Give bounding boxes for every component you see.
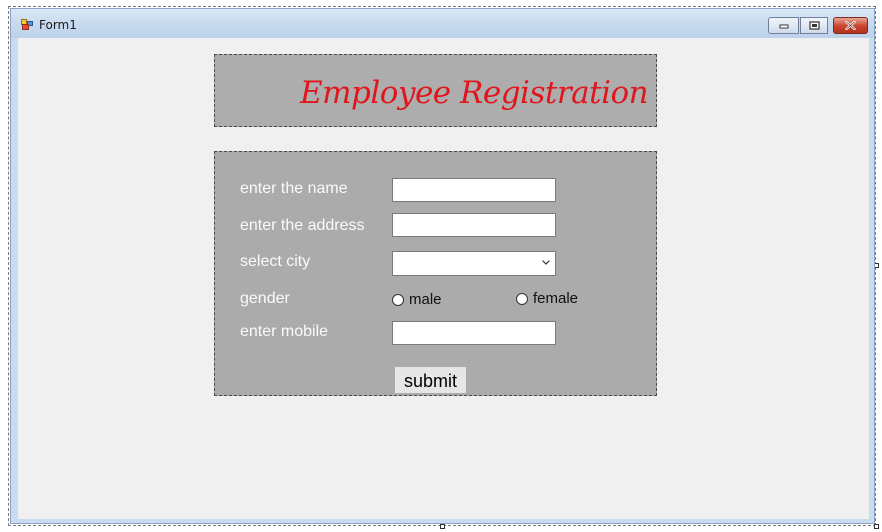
resize-handle-corner[interactable] (874, 524, 879, 529)
window-title: Form1 (39, 18, 77, 32)
registration-panel: enter the name enter the address select … (214, 151, 657, 396)
header-panel: Employee Registration (214, 54, 657, 127)
radio-male-circle[interactable] (392, 293, 404, 306)
radio-male-label: male (409, 291, 442, 308)
gender-radio-female[interactable]: female (516, 290, 578, 307)
page-title: Employee Registration (300, 75, 649, 111)
submit-button[interactable]: submit (395, 367, 466, 393)
name-label: enter the name (240, 180, 348, 197)
form-client-area: Employee Registration enter the name ent… (18, 38, 869, 519)
mobile-label: enter mobile (240, 323, 329, 340)
radio-female-label: female (533, 290, 579, 307)
close-button[interactable] (833, 17, 868, 34)
chevron-down-icon (542, 260, 550, 265)
name-input[interactable] (392, 178, 556, 202)
mobile-input[interactable] (392, 321, 556, 345)
close-icon (845, 21, 856, 30)
radio-female-circle[interactable] (516, 292, 528, 305)
city-select[interactable] (392, 251, 556, 276)
address-input[interactable] (392, 213, 556, 237)
address-label: enter the address (240, 217, 365, 234)
form-window: Form1 Employee Registration enter the na… (10, 8, 875, 524)
maximize-icon (808, 21, 820, 30)
minimize-button[interactable] (768, 17, 799, 34)
form-app-icon (21, 19, 33, 30)
city-label: select city (240, 253, 311, 270)
minimize-icon (779, 24, 788, 28)
gender-radio-male[interactable]: male (392, 291, 442, 308)
maximize-button[interactable] (800, 17, 828, 34)
gender-label: gender (240, 290, 290, 307)
resize-handle-bottom[interactable] (440, 524, 445, 529)
title-bar[interactable]: Form1 (11, 9, 874, 38)
